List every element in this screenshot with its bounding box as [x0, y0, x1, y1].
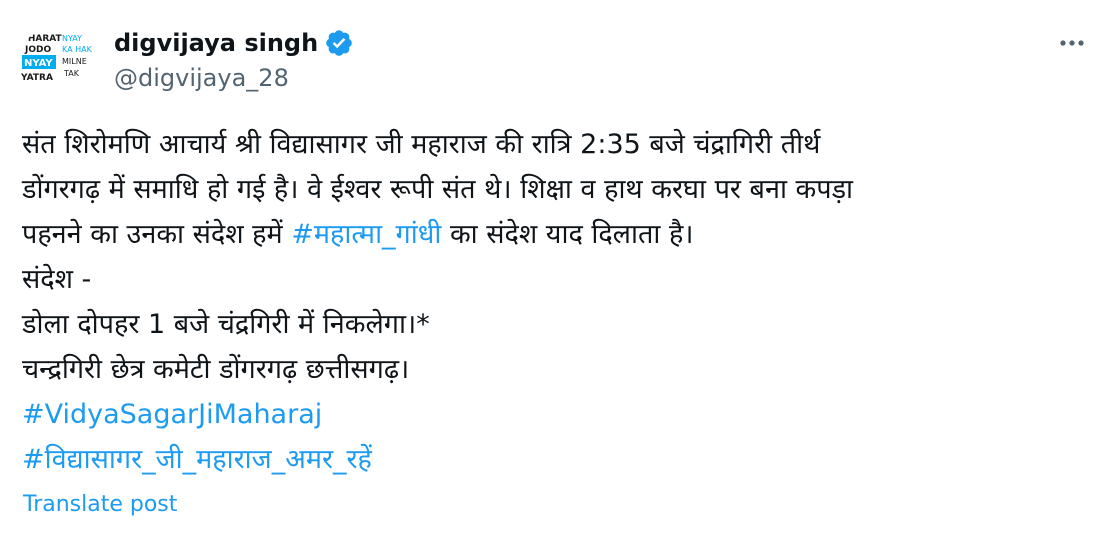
- post-line-5: डोला दोपहर 1 बजे चंद्रगिरी में निकलेगा।*: [22, 309, 430, 340]
- post-line-3-before: पहनने का उनका संदेश हमें: [22, 219, 292, 250]
- post-line-4: संदेश -: [22, 264, 92, 295]
- post-line-2: डोंगरगढ़ में समाधि हो गई है। वे ईश्वर रू…: [22, 174, 854, 205]
- avatar-text-ka-hak: KA HAK: [62, 45, 93, 54]
- author-handle[interactable]: @digvijaya_28: [114, 64, 289, 92]
- avatar-text-tak: TAK: [63, 69, 80, 78]
- post-line-6: चन्द्रगिरी छेत्र कमेटी डोंगरगढ़ छत्तीसगढ…: [22, 354, 410, 385]
- hashtag-vidyasagar-ji-maharaj[interactable]: #VidyaSagarJiMaharaj: [22, 392, 1092, 437]
- post-line-3: पहनने का उनका संदेश हमें #महात्मा_गांधी …: [22, 212, 1092, 257]
- more-options-button[interactable]: [1052, 28, 1092, 58]
- author-name-row: digvijaya singh: [114, 26, 354, 60]
- more-options-icon: [1060, 40, 1084, 46]
- post-text: संत शिरोमणि आचार्य श्री विद्यासागर जी मह…: [22, 122, 1092, 482]
- translate-post-link[interactable]: Translate post: [23, 492, 177, 517]
- avatar-text-milne: MILNE: [62, 57, 87, 66]
- avatar-logo-icon: BHARAT JODO NYAY YATRA NYAY KA HAK MILNE…: [18, 24, 102, 108]
- avatar[interactable]: BHARAT JODO NYAY YATRA NYAY KA HAK MILNE…: [18, 24, 102, 108]
- avatar-text-jodo: JODO: [24, 45, 51, 55]
- avatar-text-bharat: BHARAT: [21, 34, 63, 44]
- verified-badge-icon[interactable]: [324, 28, 354, 58]
- avatar-text-nyay-2: NYAY: [62, 34, 82, 43]
- avatar-text-nyay: NYAY: [24, 58, 53, 69]
- display-name[interactable]: digvijaya singh: [114, 29, 318, 57]
- post-line-3-after: का संदेश याद दिलाता है।: [441, 219, 694, 250]
- hashtag-mahatma-gandhi[interactable]: #महात्मा_गांधी: [291, 219, 441, 250]
- avatar-text-yatra: YATRA: [20, 73, 53, 83]
- post-line-1: संत शिरोमणि आचार्य श्री विद्यासागर जी मह…: [22, 129, 821, 160]
- hashtag-vidyasagar-amar-rahen[interactable]: #विद्यासागर_जी_महाराज_अमर_रहें: [22, 437, 1092, 482]
